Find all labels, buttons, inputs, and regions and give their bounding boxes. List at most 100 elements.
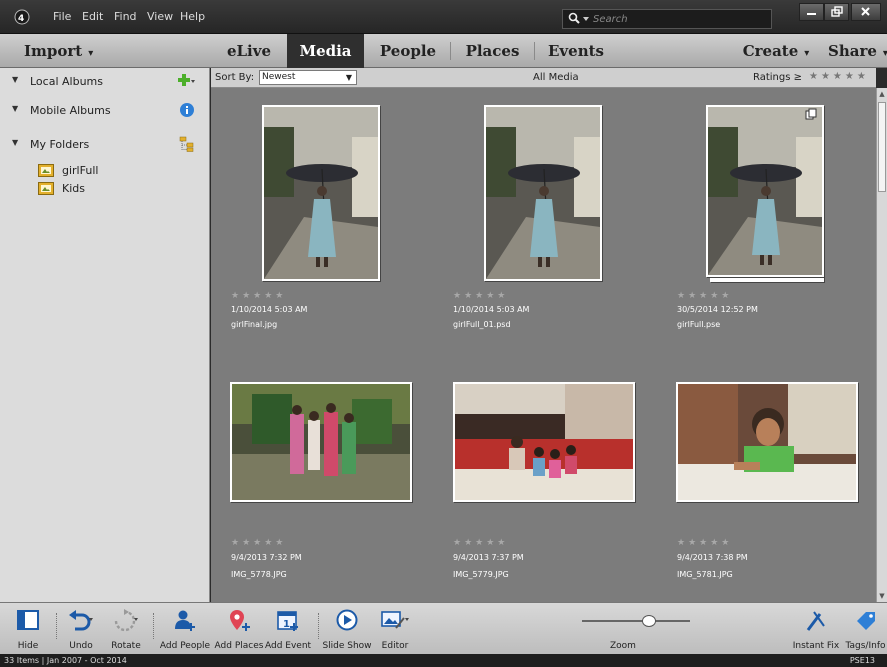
menu-file[interactable]: File [53,10,71,23]
scroll-thumb[interactable] [878,102,886,192]
bottom-toolbar: Hide Undo Rotate Add People Add Places 1… [0,602,887,654]
media-date: 1/10/2014 5:03 AM [231,305,308,314]
zoom-slider[interactable] [582,620,690,622]
sidebar-item-local-albums[interactable]: ▼ Local Albums [0,71,210,93]
search-icon[interactable] [568,12,592,26]
panel-toggle-icon [17,610,39,630]
instant-fix-button[interactable]: Instant Fix [790,607,842,653]
rating-stars[interactable]: ★★★★★ [677,538,732,548]
media-thumbnail[interactable] [706,105,824,277]
sort-label: Sort By: [215,72,255,83]
app-window: 4 File Edit Find View Help Import ▾ [0,0,887,667]
tab-places[interactable]: Places [451,34,534,68]
tab-events[interactable]: Events [535,34,617,68]
add-places-label: Add Places [214,641,264,651]
media-thumbnail[interactable] [484,105,602,281]
maximize-button[interactable] [824,3,849,21]
zoom-slider-thumb[interactable] [641,615,656,627]
zoom-label: Zoom [610,641,636,651]
add-album-icon[interactable] [178,73,196,89]
media-thumbnail[interactable] [676,382,858,502]
media-thumbnail[interactable] [230,382,412,502]
info-icon[interactable] [178,102,196,118]
add-event-button[interactable]: 1 Add Event [265,607,311,653]
tab-people[interactable]: People [366,34,450,68]
magic-wand-icon [806,611,825,631]
menu-find[interactable]: Find [114,10,137,23]
rotate-label: Rotate [111,641,141,651]
minimize-button[interactable] [799,3,824,21]
media-filename: IMG_5781.JPG [677,570,733,579]
tab-elive[interactable]: eLive [212,34,286,68]
options-bar: Sort By: Newest ▼ All Media Ratings ≥ ★★… [211,68,876,88]
menu-edit[interactable]: Edit [82,10,103,23]
slide-show-button[interactable]: Slide Show [322,607,372,653]
menu-view[interactable]: View [147,10,173,23]
ratings-label: Ratings ≥ [753,72,803,83]
rotate-button[interactable]: Rotate [106,607,146,653]
rating-stars[interactable]: ★★★★★ [453,538,508,548]
rating-stars[interactable]: ★★★★★ [453,291,508,301]
media-date: 9/4/2013 7:37 PM [453,553,524,562]
rating-stars[interactable]: ★★★★★ [231,538,286,548]
sort-value: Newest [262,72,296,82]
status-bar: 33 Items | Jan 2007 - Oct 2014 PSE13 [0,654,887,667]
tags-info-button[interactable]: Tags/Info [844,607,887,653]
expand-triangle-icon[interactable]: ▼ [12,104,18,113]
rating-filter-stars[interactable]: ★★★★★ [809,71,869,82]
media-thumbnail[interactable] [262,105,380,281]
sidebar-item-my-folders[interactable]: ▼ My Folders [0,134,210,156]
hide-label: Hide [17,641,39,651]
menu-help[interactable]: Help [180,10,205,23]
scroll-down-icon[interactable]: ▼ [877,591,887,601]
toolbar-divider [56,613,57,639]
tab-media[interactable]: Media [287,34,364,68]
sidebar-item-mobile-albums[interactable]: ▼ Mobile Albums [0,100,210,122]
undo-button[interactable]: Undo [58,607,104,653]
minimize-icon [807,13,816,15]
photo-girl-table [678,384,856,500]
version-label: PSE13 [849,656,875,665]
editor-button[interactable]: Editor [374,607,416,653]
tags-info-label: Tags/Info [845,641,886,651]
rating-stars[interactable]: ★★★★★ [677,291,732,301]
photo-kids-restaurant [455,384,633,500]
play-icon [336,609,358,631]
media-date: 30/5/2014 12:52 PM [677,305,758,314]
elements-logo-icon[interactable]: 4 [14,9,30,25]
share-button[interactable]: Share ▾ [820,34,887,68]
sort-select[interactable]: Newest ▼ [259,70,357,85]
add-places-button[interactable]: Add Places [214,607,264,653]
expand-triangle-icon[interactable]: ▼ [12,138,18,147]
title-bar: 4 File Edit Find View Help [0,0,887,34]
sidebar-item-label: My Folders [30,138,90,151]
create-button[interactable]: Create ▾ [736,34,816,68]
close-button[interactable] [851,3,881,21]
add-people-button[interactable]: Add People [158,607,212,653]
calendar-event-icon: 1 [277,611,298,631]
photo-girl-umbrella [708,107,822,275]
chevron-down-icon: ▾ [882,48,887,59]
rating-stars[interactable]: ★★★★★ [231,291,286,301]
photo-edit-icon [381,611,409,629]
expand-triangle-icon[interactable]: ▼ [12,75,18,84]
search-box[interactable] [562,9,772,29]
stack-icon[interactable] [805,108,817,120]
image-folder-icon [38,164,54,177]
media-filename: girlFull.pse [677,320,721,329]
media-filename: girlFull_01.psd [453,320,511,329]
svg-text:4: 4 [18,14,24,24]
media-thumbnail[interactable] [453,382,635,502]
import-button[interactable]: Import ▾ [10,34,110,68]
media-date: 1/10/2014 5:03 AM [453,305,530,314]
share-label: Share [828,42,877,60]
scroll-up-icon[interactable]: ▲ [877,89,887,99]
restore-icon [831,6,843,17]
tag-icon [856,612,875,630]
hide-panel-button[interactable]: Hide [8,607,48,653]
sidebar: ▼ Local Albums ▼ Mobile Albums ▼ My Fold… [0,68,210,602]
vertical-scrollbar[interactable]: ▲ ▼ [876,88,887,602]
folder-tree-icon[interactable] [178,136,196,152]
search-input[interactable] [593,12,763,26]
editor-label: Editor [381,641,409,651]
